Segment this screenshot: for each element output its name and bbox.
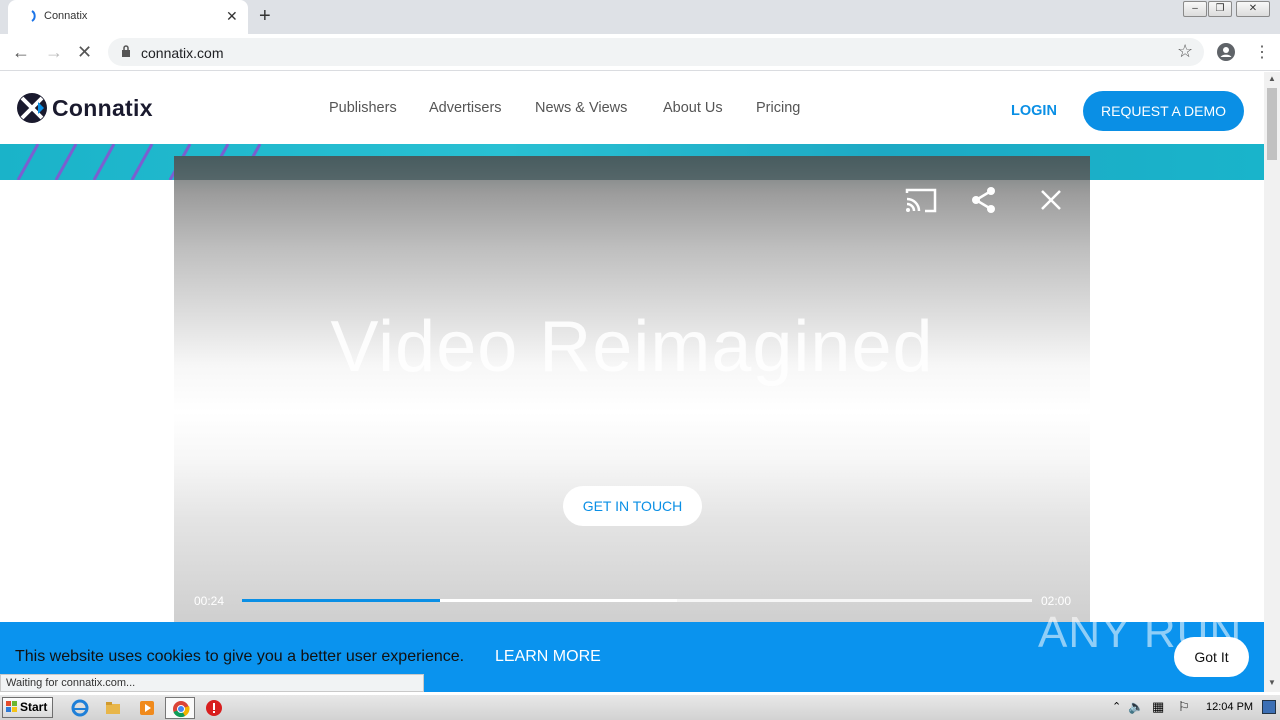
- network-icon[interactable]: ▦: [1152, 699, 1164, 715]
- scrollbar-thumb[interactable]: [1267, 88, 1277, 160]
- chrome-taskbar-button[interactable]: [165, 697, 195, 719]
- connatix-logo[interactable]: Connatix: [16, 92, 152, 129]
- video-headline: Video Reimagined: [330, 307, 934, 387]
- video-player[interactable]: Video Reimagined GET IN TOUCH 00:24 02:0…: [174, 156, 1090, 622]
- video-progress-bar[interactable]: [242, 599, 1032, 602]
- loading-spinner-icon: [31, 10, 36, 22]
- close-video-icon[interactable]: [1040, 189, 1062, 211]
- back-icon[interactable]: ←: [12, 42, 30, 63]
- windows-logo-icon: [6, 701, 17, 712]
- video-played-bar: [242, 599, 440, 602]
- volume-icon[interactable]: 🔈: [1128, 699, 1144, 715]
- warning-shield-icon[interactable]: [205, 699, 223, 717]
- scroll-up-icon[interactable]: ▲: [1268, 74, 1276, 83]
- tab-close-icon[interactable]: ✕: [226, 8, 238, 25]
- learn-more-link[interactable]: LEARN MORE: [495, 648, 601, 666]
- action-center-flag-icon[interactable]: ⚐: [1178, 699, 1190, 715]
- lock-icon: [122, 45, 130, 57]
- tab-title: Connatix: [44, 10, 88, 22]
- browser-tab[interactable]: Connatix ✕: [8, 0, 248, 34]
- system-clock: 12:04 PM: [1206, 701, 1254, 713]
- minimize-window-button[interactable]: –: [1183, 1, 1207, 17]
- video-top-shade: [174, 156, 1090, 180]
- windows-taskbar: Start ⌃ 🔈 ▦ ⚐ 12:04 PM: [0, 694, 1280, 720]
- nav-pricing[interactable]: Pricing: [756, 100, 800, 116]
- internet-explorer-icon[interactable]: [71, 699, 89, 717]
- get-in-touch-button[interactable]: GET IN TOUCH: [563, 486, 702, 526]
- browser-toolbar: ← → ✕ connatix.com ☆ ⋮: [0, 34, 1280, 71]
- cast-icon[interactable]: [904, 186, 938, 214]
- bookmark-star-icon[interactable]: ☆: [1177, 41, 1193, 62]
- profile-icon[interactable]: [1216, 42, 1236, 62]
- new-tab-icon[interactable]: +: [259, 5, 271, 28]
- nav-news-views[interactable]: News & Views: [535, 100, 627, 116]
- connatix-logo-icon: [17, 93, 47, 123]
- share-icon[interactable]: [970, 186, 998, 214]
- request-demo-button[interactable]: REQUEST A DEMO: [1083, 91, 1244, 131]
- brand-name: Connatix: [52, 95, 153, 121]
- nav-about-us[interactable]: About Us: [663, 100, 723, 116]
- anyrun-watermark: ANY RUN: [1038, 608, 1243, 657]
- scroll-down-icon[interactable]: ▼: [1268, 678, 1276, 687]
- browser-tab-strip: Connatix ✕ + – ❐ ✕: [0, 0, 1280, 34]
- media-player-icon[interactable]: [138, 699, 156, 717]
- chrome-icon: [173, 701, 190, 718]
- stop-loading-icon[interactable]: ✕: [77, 42, 92, 63]
- close-window-button[interactable]: ✕: [1236, 1, 1270, 17]
- file-explorer-icon[interactable]: [104, 699, 122, 717]
- login-link[interactable]: LOGIN: [1011, 103, 1057, 119]
- forward-icon[interactable]: →: [45, 42, 63, 63]
- address-bar[interactable]: connatix.com: [108, 38, 1204, 66]
- current-time: 00:24: [194, 594, 225, 608]
- nav-advertisers[interactable]: Advertisers: [429, 100, 502, 116]
- start-label: Start: [20, 700, 48, 714]
- nav-publishers[interactable]: Publishers: [329, 100, 397, 116]
- page-scrollbar[interactable]: ▲ ▼: [1264, 72, 1280, 692]
- tray-expand-icon[interactable]: ⌃: [1112, 700, 1121, 713]
- video-duration: 02:00: [1041, 594, 1072, 608]
- show-desktop-icon[interactable]: [1262, 700, 1276, 714]
- menu-icon[interactable]: ⋮: [1254, 42, 1270, 62]
- restore-window-button[interactable]: ❐: [1208, 1, 1232, 17]
- site-header: Connatix Publishers Advertisers News & V…: [0, 72, 1264, 144]
- browser-status-bubble: Waiting for connatix.com...: [0, 674, 424, 692]
- start-button[interactable]: Start: [2, 697, 53, 718]
- url-text: connatix.com: [141, 45, 224, 61]
- cookie-message: This website uses cookies to give you a …: [15, 648, 465, 665]
